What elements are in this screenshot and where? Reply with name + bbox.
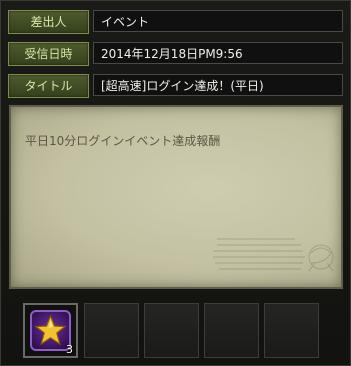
sender-row: 差出人 イベント [5,9,346,35]
attachment-slot-4[interactable] [204,303,259,358]
title-row: タイトル [超高速]ログイン達成！(平日) [5,73,346,99]
title-label: タイトル [8,74,89,98]
received-date-row: 受信日時 2014年12月18日PM9:56 [5,41,346,67]
gold-star-icon [34,314,67,346]
attachment-slot-5[interactable] [264,303,319,358]
attachment-slot-1[interactable]: 3 [23,303,78,358]
received-date-label: 受信日時 [8,42,89,66]
sender-value: イベント [93,10,343,32]
title-value: [超高速]ログイン達成！(平日) [93,74,343,96]
gold-star-item[interactable] [30,310,71,351]
sender-label: 差出人 [8,10,89,34]
mail-body-panel[interactable]: 平日10分ログインイベント達成報酬 [9,105,343,289]
mail-body-text: 平日10分ログインイベント達成報酬 [25,134,221,148]
publisher-seal-icon [213,238,334,272]
item-count: 3 [66,343,73,356]
mail-window: 差出人 イベント 受信日時 2014年12月18日PM9:56 タイトル [超高… [0,0,351,366]
received-date-value: 2014年12月18日PM9:56 [93,42,343,64]
attachment-slot-2[interactable] [84,303,139,358]
attachment-slot-3[interactable] [144,303,199,358]
